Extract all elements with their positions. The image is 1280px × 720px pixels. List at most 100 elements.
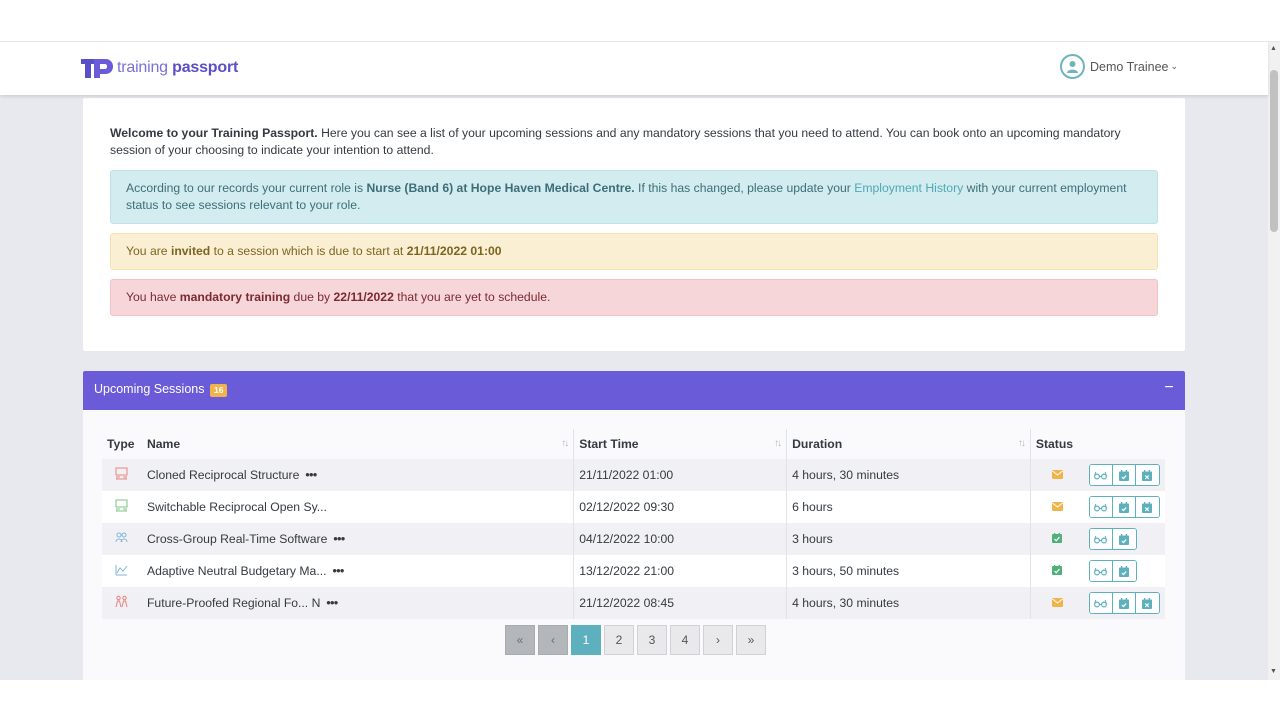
session-name-cell[interactable]: Cloned Reciprocal Structure •••	[141, 459, 574, 491]
session-row[interactable]: Cross-Group Real-Time Software ••• 04/12/2…	[102, 523, 1165, 555]
sort-icon[interactable]: ↑↓	[1018, 438, 1026, 449]
session-status-cell	[1029, 491, 1084, 523]
chart-icon	[115, 565, 128, 579]
session-action-buttons	[1088, 464, 1160, 486]
column-header-duration[interactable]: Duration ↑↓	[786, 429, 1031, 459]
role-info-alert: According to our records your current ro…	[110, 170, 1158, 224]
envelope-icon	[1051, 500, 1063, 514]
user-menu[interactable]: Demo Trainee ⌄	[1060, 54, 1178, 79]
upcoming-sessions-card: Upcoming Sessions 16 − Type Name ↑↓ Start…	[83, 371, 1185, 680]
session-duration: 4 hours, 30 minutes	[786, 459, 1031, 491]
page-4-button[interactable]: 4	[670, 625, 700, 655]
session-actions-cell	[1083, 587, 1165, 619]
scroll-up-arrow-icon[interactable]: ▲	[1270, 45, 1277, 52]
invitation-alert: You are invited to a session which is du…	[110, 233, 1158, 270]
more-options-icon[interactable]: •••	[333, 532, 345, 546]
previous-page-button[interactable]: ‹	[538, 625, 568, 655]
navbar: training passport Demo Trainee ⌄	[0, 42, 1268, 95]
cancel-booking-calendar-icon[interactable]	[1135, 465, 1159, 485]
session-name-cell[interactable]: Cross-Group Real-Time Software •••	[141, 523, 574, 555]
view-details-glasses-icon[interactable]	[1089, 465, 1113, 485]
scroll-down-arrow-icon[interactable]: ▼	[1270, 668, 1277, 675]
sessions-card-header[interactable]: Upcoming Sessions 16 −	[83, 371, 1185, 410]
page-2-button[interactable]: 2	[604, 625, 634, 655]
mandatory-training-alert: You have mandatory training due by 22/11…	[110, 279, 1158, 316]
group-icon	[115, 532, 128, 547]
session-actions-cell	[1083, 459, 1165, 491]
tp-logo-icon	[81, 59, 113, 78]
view-details-glasses-icon[interactable]	[1089, 497, 1113, 517]
main-content: Welcome to your Training Passport. Here …	[0, 95, 1268, 680]
welcome-card: Welcome to your Training Passport. Here …	[83, 98, 1185, 351]
session-type-cell	[102, 523, 142, 555]
session-status-cell	[1029, 587, 1084, 619]
book-session-calendar-icon[interactable]	[1112, 529, 1136, 549]
browser-top-strip	[0, 0, 1280, 42]
column-header-name[interactable]: Name ↑↓	[141, 429, 574, 459]
session-row[interactable]: Cloned Reciprocal Structure ••• 21/11/2022…	[102, 459, 1165, 491]
session-duration: 6 hours	[786, 491, 1031, 523]
last-page-button[interactable]: »	[736, 625, 766, 655]
view-details-glasses-icon[interactable]	[1089, 529, 1113, 549]
session-status-cell	[1029, 523, 1084, 555]
session-name[interactable]: Cloned Reciprocal Structure	[147, 468, 299, 482]
more-options-icon[interactable]: •••	[333, 564, 345, 578]
page-1-button[interactable]: 1	[571, 625, 601, 655]
classroom-icon	[115, 499, 128, 515]
chevron-down-icon: ⌄	[1170, 61, 1179, 71]
page-scrollbar[interactable]: ▲ ▼	[1268, 42, 1280, 680]
session-name[interactable]: Adaptive Neutral Budgetary Ma...	[147, 564, 327, 578]
welcome-text: Welcome to your Training Passport. Here …	[110, 126, 1121, 157]
page-3-button[interactable]: 3	[637, 625, 667, 655]
more-options-icon[interactable]: •••	[326, 596, 338, 610]
session-name[interactable]: Cross-Group Real-Time Software	[147, 532, 327, 546]
session-name[interactable]: Future-Proofed Regional Fo... N	[147, 596, 320, 610]
calendar-check-icon	[1052, 532, 1063, 546]
session-start-time: 02/12/2022 09:30	[573, 491, 787, 523]
browser-bottom-strip	[0, 680, 1280, 720]
next-page-button[interactable]: ›	[703, 625, 733, 655]
view-details-glasses-icon[interactable]	[1089, 561, 1113, 581]
cancel-booking-calendar-icon[interactable]	[1135, 497, 1159, 517]
session-start-time: 21/11/2022 01:00	[573, 459, 787, 491]
book-session-calendar-icon[interactable]	[1112, 561, 1136, 581]
session-row[interactable]: Future-Proofed Regional Fo... N ••• 21/12/…	[102, 587, 1165, 619]
session-start-time: 21/12/2022 08:45	[573, 587, 787, 619]
session-type-cell	[102, 459, 142, 491]
view-details-glasses-icon[interactable]	[1089, 593, 1113, 613]
logo[interactable]: training passport	[80, 56, 238, 80]
session-name-cell[interactable]: Adaptive Neutral Budgetary Ma... •••	[141, 555, 574, 587]
session-name-cell[interactable]: Switchable Reciprocal Open Sy...	[141, 491, 574, 523]
session-action-buttons	[1088, 592, 1160, 614]
session-duration: 3 hours	[786, 523, 1031, 555]
cancel-booking-calendar-icon[interactable]	[1135, 593, 1159, 613]
session-action-buttons	[1088, 560, 1137, 582]
user-avatar-icon	[1060, 54, 1085, 79]
sessions-table: Type Name ↑↓ Start Time ↑↓ Duration ↑↓ Stat…	[102, 429, 1165, 619]
session-start-time: 13/12/2022 21:00	[573, 555, 787, 587]
more-options-icon[interactable]: •••	[305, 468, 317, 482]
session-type-cell	[102, 491, 142, 523]
book-session-calendar-icon[interactable]	[1112, 497, 1136, 517]
book-session-calendar-icon[interactable]	[1112, 465, 1136, 485]
scrollbar-thumb[interactable]	[1270, 70, 1278, 232]
session-duration: 4 hours, 30 minutes	[786, 587, 1031, 619]
session-name[interactable]: Switchable Reciprocal Open Sy...	[147, 500, 327, 514]
employment-history-link[interactable]: Employment History	[854, 181, 963, 195]
session-start-time: 04/12/2022 10:00	[573, 523, 787, 555]
sort-icon[interactable]: ↑↓	[561, 438, 569, 449]
column-header-start-time[interactable]: Start Time ↑↓	[573, 429, 787, 459]
book-session-calendar-icon[interactable]	[1112, 593, 1136, 613]
people-icon	[115, 595, 128, 611]
sort-icon[interactable]: ↑↓	[774, 438, 782, 449]
session-status-cell	[1029, 459, 1084, 491]
session-status-cell	[1029, 555, 1084, 587]
brand-name: training passport	[117, 59, 239, 76]
collapse-button[interactable]: −	[1160, 377, 1178, 399]
envelope-icon	[1051, 596, 1063, 610]
session-row[interactable]: Adaptive Neutral Budgetary Ma... ••• 13/12…	[102, 555, 1165, 587]
session-name-cell[interactable]: Future-Proofed Regional Fo... N •••	[141, 587, 574, 619]
session-type-cell	[102, 555, 142, 587]
first-page-button[interactable]: «	[505, 625, 535, 655]
session-row[interactable]: Switchable Reciprocal Open Sy... 02/12/20…	[102, 491, 1165, 523]
